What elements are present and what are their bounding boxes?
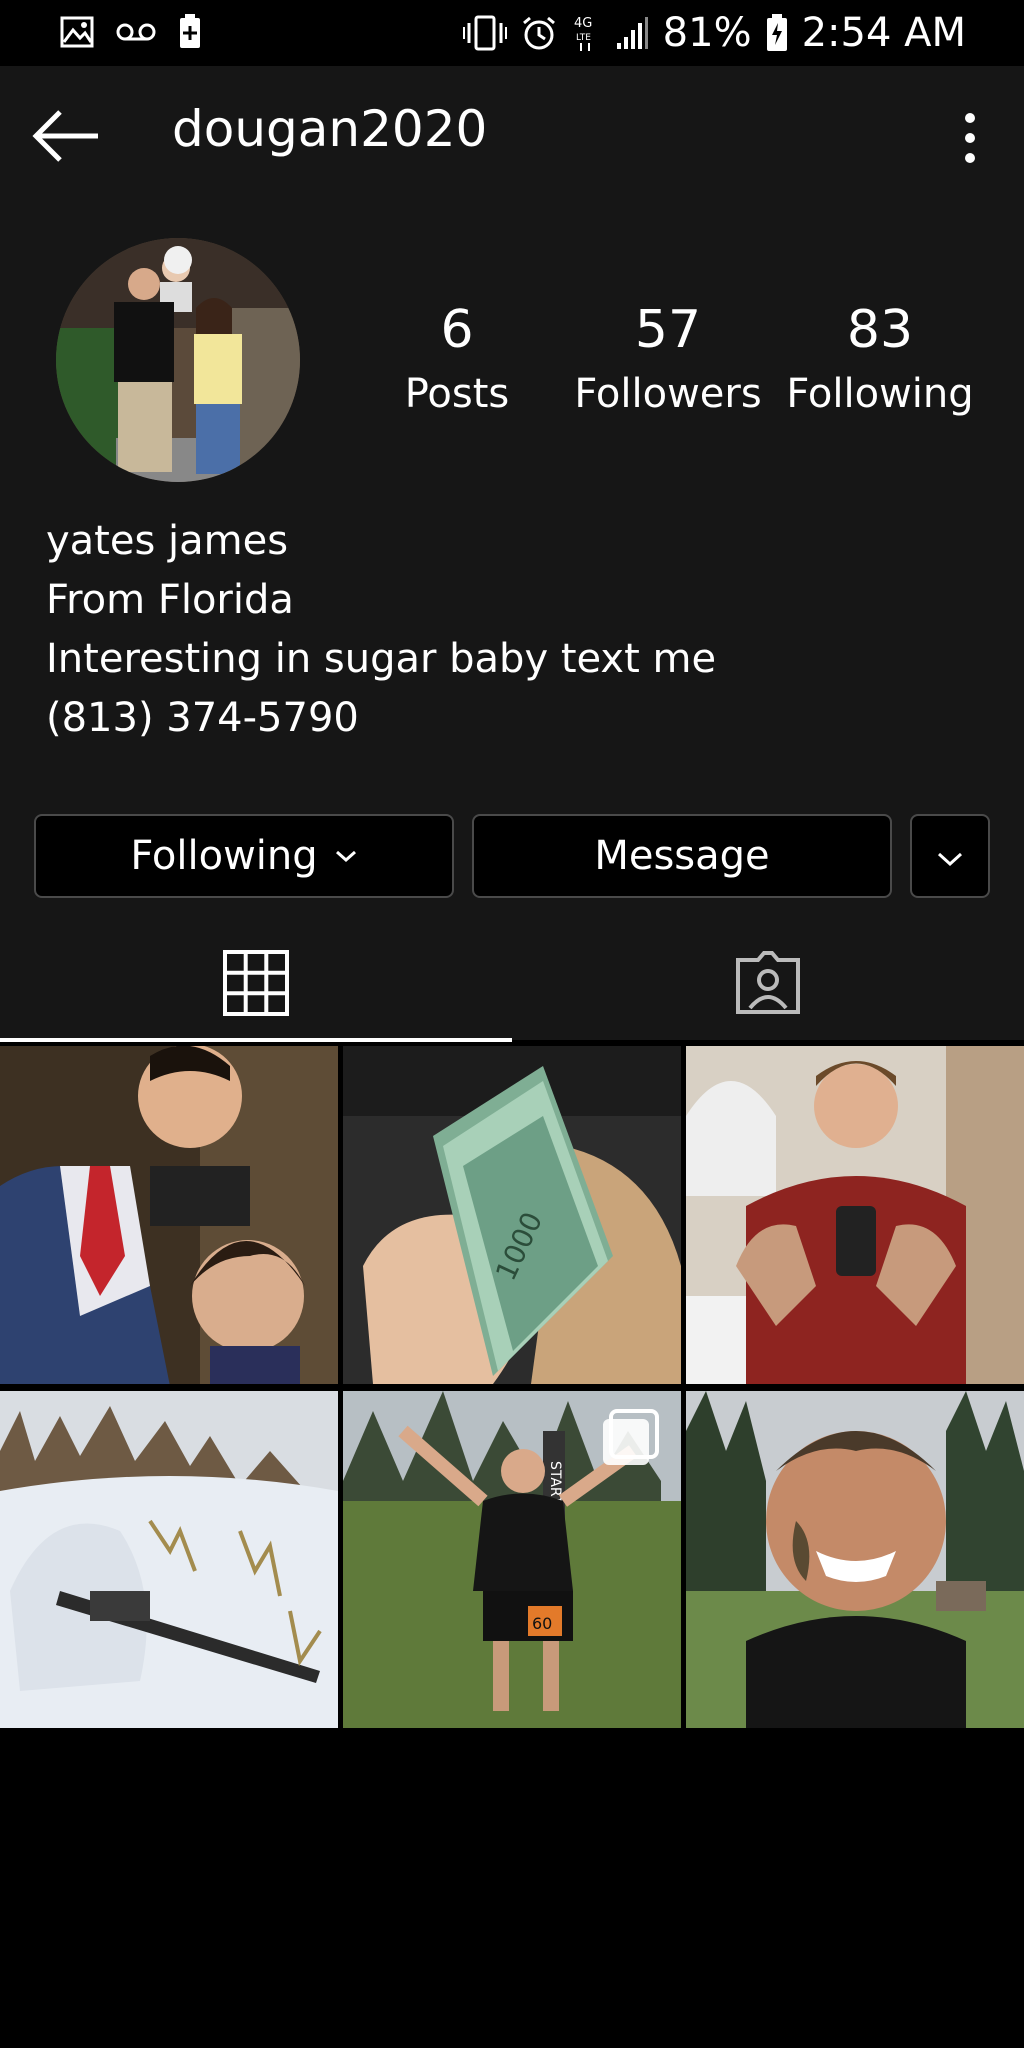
battery-icon: [766, 14, 788, 52]
post-thumbnail-2[interactable]: 1000: [343, 1046, 681, 1384]
vertical-dots-icon[interactable]: [954, 110, 986, 166]
alarm-icon: [521, 15, 557, 51]
bio-phone[interactable]: (813) 374-5790: [46, 689, 716, 748]
posts-count: 6: [440, 300, 474, 360]
profile-bio: yates james From Florida Interesting in …: [46, 512, 716, 748]
grid-icon: [223, 950, 289, 1020]
tab-grid[interactable]: [0, 930, 512, 1040]
following-label: Following: [786, 371, 974, 417]
post-thumbnail-1[interactable]: [0, 1046, 338, 1384]
svg-text:LTE: LTE: [576, 33, 591, 43]
chevron-down-icon: [334, 848, 358, 864]
bio-line-2: Interesting in sugar baby text me: [46, 636, 717, 682]
active-tab-indicator: [0, 1038, 512, 1042]
voicemail-icon: [116, 21, 156, 43]
profile-username: dougan2020: [172, 100, 488, 158]
arrow-left-icon[interactable]: [32, 108, 102, 164]
chevron-down-icon: [935, 833, 965, 879]
post-thumbnail-6[interactable]: [686, 1391, 1024, 1729]
post-thumbnail-5[interactable]: START 60: [343, 1391, 681, 1729]
empty-bottom-area: [0, 1728, 1024, 2048]
message-button[interactable]: Message: [472, 814, 892, 898]
posts-label: Posts: [404, 371, 510, 417]
stat-following[interactable]: 83 Following: [780, 300, 980, 422]
post-thumbnail-4[interactable]: [0, 1391, 338, 1729]
tagged-person-icon: [734, 950, 802, 1020]
tab-tagged[interactable]: [512, 930, 1024, 1040]
bio-name: yates james: [46, 518, 289, 564]
battery-plus-icon: [178, 14, 202, 50]
message-button-label: Message: [594, 833, 770, 879]
following-count: 83: [846, 300, 914, 360]
avatar[interactable]: [56, 238, 300, 482]
battery-percent: 81%: [662, 10, 752, 56]
stat-posts[interactable]: 6 Posts: [357, 300, 557, 422]
following-button-label: Following: [130, 833, 318, 879]
followers-label: Followers: [574, 371, 762, 417]
followers-count: 57: [634, 300, 702, 360]
stat-followers[interactable]: 57 Followers: [568, 300, 768, 422]
status-bar: 4G LTE 81% 2:54 AM: [0, 0, 1024, 66]
following-button[interactable]: Following: [34, 814, 454, 898]
suggested-users-button[interactable]: [910, 814, 990, 898]
profile-tabs: [0, 930, 1024, 1040]
gallery-icon: [60, 16, 94, 48]
bio-line-1: From Florida: [46, 577, 294, 623]
clock: 2:54 AM: [801, 10, 966, 56]
network-4g-icon: 4G LTE: [571, 13, 601, 53]
race-bib-number: 60: [532, 1614, 552, 1633]
signal-icon: [615, 15, 649, 51]
post-thumbnail-3[interactable]: [686, 1046, 1024, 1384]
svg-text:4G: 4G: [574, 16, 592, 31]
vibrate-icon: [462, 15, 507, 51]
